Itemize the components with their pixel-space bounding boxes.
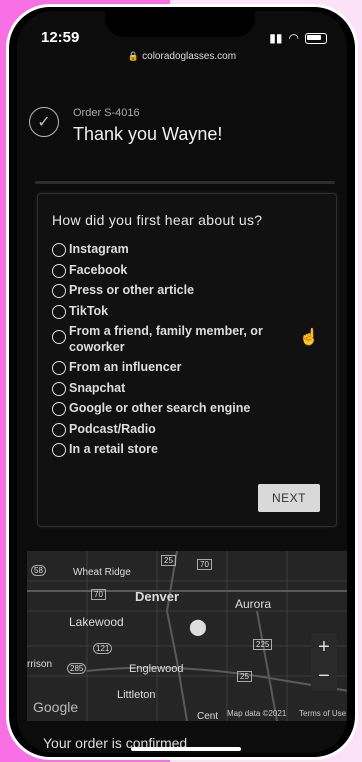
radio-button[interactable] <box>52 422 66 437</box>
map-shield: 70 <box>197 559 212 570</box>
map-shield: 58 <box>31 565 46 576</box>
zoom-in-button[interactable]: + <box>311 633 337 662</box>
radio-button[interactable] <box>52 402 66 416</box>
radio-button[interactable] <box>52 361 66 375</box>
battery-icon <box>305 32 327 44</box>
survey-options: Instagram Facebook Press or other articl… <box>52 242 322 463</box>
map-place-label: Cent <box>197 711 219 721</box>
option-label: Podcast/Radio <box>69 421 156 436</box>
phone-frame: 12:59 ▮▮ ◠ 🔒 coloradoglasses.com ✓ Order … <box>6 4 358 760</box>
option-podcast[interactable]: Podcast/Radio <box>52 422 322 438</box>
thank-you-title: Thank you Wayne! <box>73 124 223 144</box>
notch <box>105 11 255 37</box>
option-retail[interactable]: In a retail store <box>52 442 322 458</box>
survey-question: How did you first hear about us? <box>52 212 263 228</box>
map-place-label: Littleton <box>117 689 156 701</box>
status-icons: ▮▮ ◠ <box>269 31 327 45</box>
lock-icon: 🔒 <box>127 51 140 61</box>
zoom-out-button[interactable]: − <box>311 662 337 691</box>
map-place-label: Englewood <box>129 663 184 675</box>
option-label: In a retail store <box>69 442 158 456</box>
address-bar[interactable]: 🔒 coloradoglasses.com <box>17 51 347 62</box>
map-attribution: Map data ©2021 <box>227 709 287 718</box>
option-google[interactable]: Google or other search engine <box>52 401 322 417</box>
map-pin-icon[interactable]: ⬤ <box>189 617 207 637</box>
option-instagram[interactable]: Instagram <box>52 242 322 258</box>
option-label: Instagram <box>69 242 129 256</box>
option-influencer[interactable]: From an influencer <box>52 360 322 376</box>
map-shield: 25 <box>237 671 252 682</box>
order-number: Order S-4016 <box>73 107 140 119</box>
zoom-controls: + − <box>311 633 337 691</box>
radio-button[interactable] <box>52 263 66 278</box>
map-shield: 25 <box>161 555 176 566</box>
radio-button[interactable] <box>52 243 66 257</box>
map-place-label: Aurora <box>235 597 272 611</box>
status-time: 12:59 <box>41 29 80 46</box>
map[interactable]: 58 Wheat Ridge 25 70 70 Denver Aurora La… <box>27 551 347 721</box>
map-place-label: Lakewood <box>69 615 124 629</box>
radio-button[interactable] <box>52 304 66 319</box>
option-press[interactable]: Press or other article <box>52 283 322 299</box>
option-label: Google or other search engine <box>69 401 251 415</box>
screen: 12:59 ▮▮ ◠ 🔒 coloradoglasses.com ✓ Order … <box>17 11 347 753</box>
divider <box>35 181 335 184</box>
option-label: TikTok <box>69 303 109 318</box>
signal-icon: ▮▮ <box>269 31 283 45</box>
option-label: From a friend, family member, or coworke… <box>69 324 263 354</box>
hand-cursor-icon: ☝ <box>299 329 319 346</box>
option-friend[interactable]: From a friend, family member, or coworke… <box>52 324 322 355</box>
map-shield: 285 <box>67 663 87 674</box>
option-snapchat[interactable]: Snapchat <box>52 381 322 397</box>
wifi-icon: ◠ <box>288 31 299 45</box>
map-shield: 70 <box>91 589 106 600</box>
option-label: Facebook <box>69 262 128 277</box>
option-label: Press or other article <box>69 283 195 297</box>
option-facebook[interactable]: Facebook <box>52 263 322 279</box>
map-place-label: rrison <box>27 659 53 670</box>
radio-button[interactable] <box>52 381 66 396</box>
radio-button[interactable] <box>52 443 66 457</box>
checkmark-icon: ✓ <box>29 107 59 137</box>
url-text: coloradoglasses.com <box>142 51 237 62</box>
map-terms-link[interactable]: Terms of Use <box>299 709 346 718</box>
google-logo: Google <box>33 699 79 715</box>
survey-card: How did you first hear about us? Instagr… <box>37 193 337 527</box>
option-label: From an influencer <box>69 360 182 374</box>
next-button[interactable]: NEXT <box>257 484 320 512</box>
map-shield: 225 <box>253 639 273 650</box>
option-label: Snapchat <box>69 380 126 395</box>
map-place-label: Denver <box>135 589 180 604</box>
radio-button[interactable] <box>52 330 66 344</box>
radio-button[interactable] <box>52 284 66 298</box>
home-indicator[interactable] <box>131 747 241 751</box>
map-shield: 121 <box>93 643 113 654</box>
option-tiktok[interactable]: TikTok <box>52 304 322 320</box>
map-place-label: Wheat Ridge <box>73 567 131 578</box>
